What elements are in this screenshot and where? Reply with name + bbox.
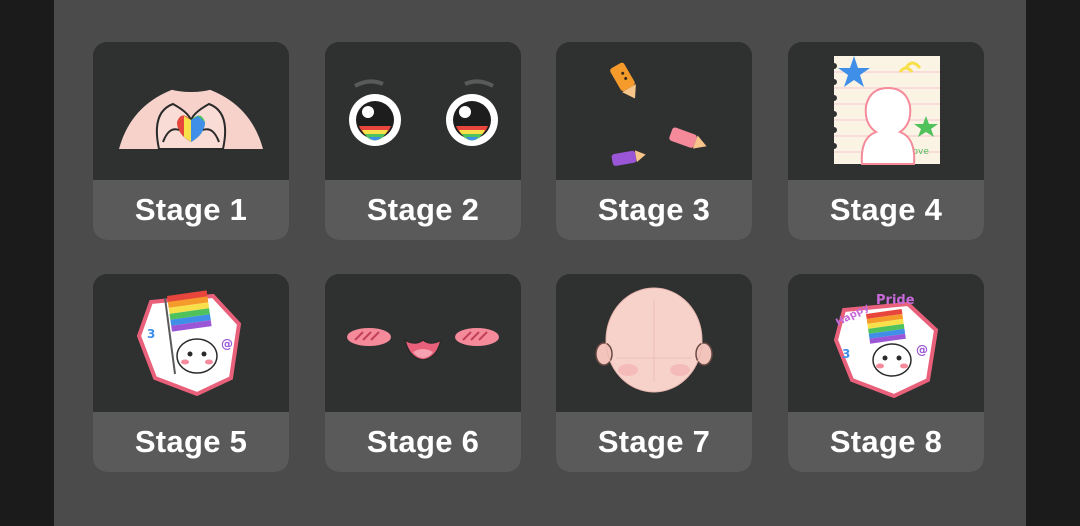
svg-text:Pride: Pride — [876, 293, 915, 308]
rainbow-eyes-icon — [349, 79, 498, 146]
happy-pride-sticker-icon: Happy Pride 3 @ — [833, 293, 939, 399]
stage-4-label: Stage 4 — [788, 180, 984, 240]
stage-6-card[interactable]: Stage 6 — [325, 274, 521, 472]
stage-7-thumbnail — [556, 274, 752, 412]
stage-5-label: Stage 5 — [93, 412, 289, 472]
stage-2-thumbnail — [325, 42, 521, 180]
heart-hands-icon — [119, 72, 263, 150]
stage-6-thumbnail — [325, 274, 521, 412]
stage-3-card[interactable]: Stage 3 — [556, 42, 752, 240]
stage-8-thumbnail: Happy Pride 3 @ — [788, 274, 984, 412]
stage-8-label: Stage 8 — [788, 412, 984, 472]
svg-text:@: @ — [221, 337, 233, 351]
stage-1-thumbnail — [93, 42, 289, 180]
stage-7-card[interactable]: Stage 7 — [556, 274, 752, 472]
notebook-silhouette-icon: love — [831, 56, 940, 165]
stage-1-label: Stage 1 — [93, 180, 289, 240]
svg-text:3: 3 — [147, 327, 155, 341]
stage-select-panel: Stage 1 Stage 2 Stage 3 love Stage 4 3 @… — [54, 0, 1026, 526]
crayons-icon — [610, 62, 707, 166]
stage-8-card[interactable]: Happy Pride 3 @ Stage 8 — [788, 274, 984, 472]
stage-4-card[interactable]: love Stage 4 — [788, 42, 984, 240]
stage-7-label: Stage 7 — [556, 412, 752, 472]
stage-1-card[interactable]: Stage 1 — [93, 42, 289, 240]
stage-3-thumbnail — [556, 42, 752, 180]
bald-head-icon — [595, 287, 713, 393]
stage-5-card[interactable]: 3 @ Stage 5 — [93, 274, 289, 472]
stage-6-label: Stage 6 — [325, 412, 521, 472]
stage-4-thumbnail: love — [788, 42, 984, 180]
svg-text:3: 3 — [842, 347, 850, 361]
svg-text:@: @ — [916, 343, 928, 357]
pride-flag-sticker-icon: 3 @ — [136, 290, 242, 397]
blush-mouth-icon — [347, 328, 499, 361]
stage-2-card[interactable]: Stage 2 — [325, 42, 521, 240]
stage-5-thumbnail: 3 @ — [93, 274, 289, 412]
stage-2-label: Stage 2 — [325, 180, 521, 240]
stage-3-label: Stage 3 — [556, 180, 752, 240]
